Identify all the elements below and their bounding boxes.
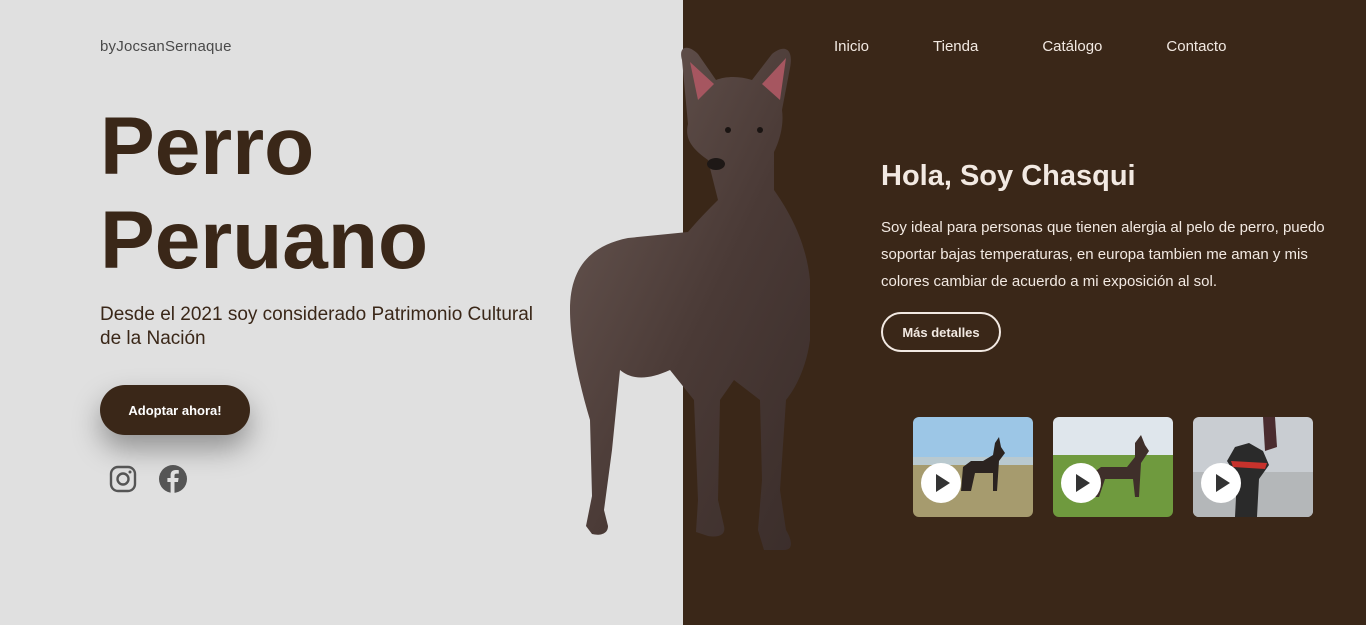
details-button[interactable]: Más detalles (881, 312, 1001, 352)
video-thumbnails (913, 417, 1313, 517)
nav-item-tienda[interactable]: Tienda (933, 38, 978, 55)
hero-title-line1: Perro (100, 101, 315, 192)
video-thumbnail-1[interactable] (913, 417, 1033, 517)
social-links (108, 464, 188, 494)
video-thumbnail-3[interactable] (1193, 417, 1313, 517)
adopt-button[interactable]: Adoptar ahora! (100, 385, 250, 435)
facebook-icon[interactable] (158, 464, 188, 494)
nav-item-catalogo[interactable]: Catálogo (1042, 38, 1102, 55)
nav-item-contacto[interactable]: Contacto (1166, 38, 1226, 55)
brand-logo-text[interactable]: byJocsanSernaque (100, 38, 232, 55)
hero-title-line2: Peruano (100, 195, 429, 286)
dog-image (570, 47, 810, 550)
intro-title: Hola, Soy Chasqui (881, 160, 1136, 192)
play-icon[interactable] (1201, 463, 1241, 503)
hero-subtitle: Desde el 2021 soy considerado Patrimonio… (100, 304, 534, 349)
main-nav: Inicio Tienda Catálogo Contacto (834, 38, 1226, 55)
play-icon[interactable] (1061, 463, 1101, 503)
hero-title: Perro Peruano (100, 100, 428, 288)
video-thumbnail-2[interactable] (1053, 417, 1173, 517)
intro-text: Soy ideal para personas que tienen alerg… (881, 219, 1325, 290)
play-icon[interactable] (921, 463, 961, 503)
instagram-icon[interactable] (108, 464, 138, 494)
